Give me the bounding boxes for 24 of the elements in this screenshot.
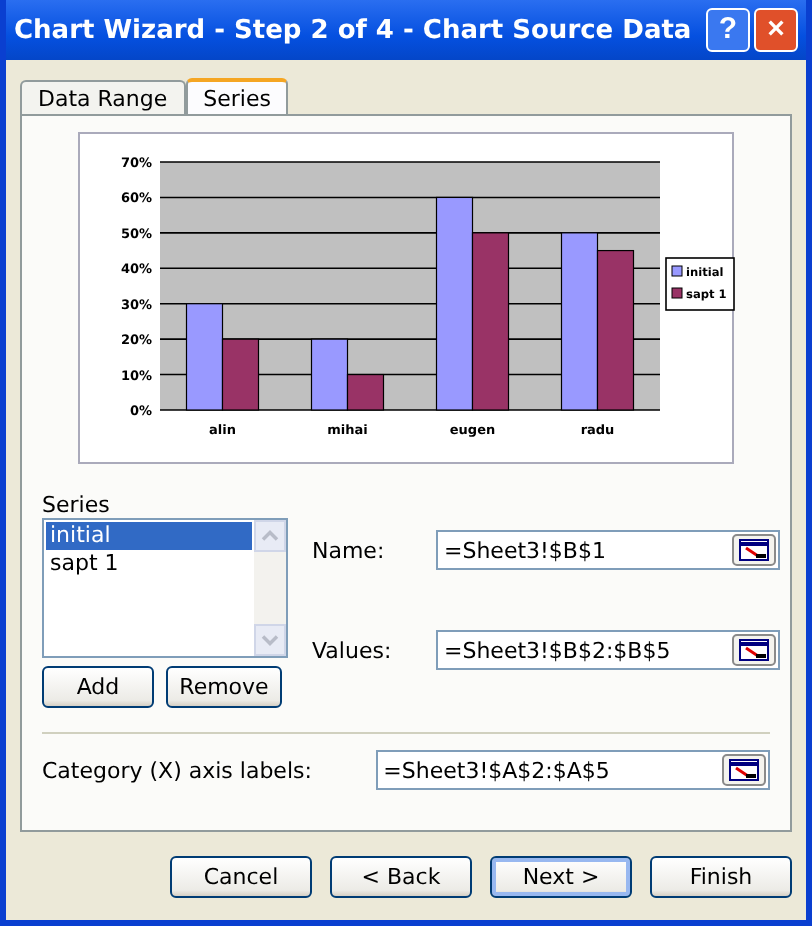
field-label: Category (X) axis labels:	[42, 757, 314, 783]
series-label: Series	[42, 492, 110, 518]
input-field[interactable]: =Sheet3!$A$2:$A$5	[375, 750, 770, 790]
window-title: Chart Wizard - Step 2 of 4 - Chart Source Data	[14, 15, 694, 45]
field-label: Values:	[312, 637, 394, 663]
dialog-button[interactable]: Next >	[490, 856, 632, 898]
tab[interactable]: Data Range	[20, 80, 186, 114]
dialog-button[interactable]: Finish	[650, 856, 792, 898]
dialog-button[interactable]: < Back	[330, 856, 472, 898]
collapse-dialog-icon[interactable]	[722, 754, 766, 786]
collapse-dialog-icon[interactable]	[732, 534, 776, 566]
series-list[interactable]: initial sapt 1	[42, 518, 288, 658]
series-button[interactable]: Remove	[166, 666, 282, 708]
series-list-item[interactable]: initial	[46, 522, 252, 550]
close-button[interactable]: ×	[754, 8, 798, 52]
tab[interactable]: Series	[185, 78, 289, 116]
input-field[interactable]: =Sheet3!$B$1	[436, 530, 780, 570]
series-list-item[interactable]: sapt 1	[46, 550, 252, 578]
series-button[interactable]: Add	[42, 666, 154, 708]
input-field[interactable]: =Sheet3!$B$2:$B$5	[436, 630, 780, 670]
dialog-button[interactable]: Cancel	[170, 856, 312, 898]
collapse-dialog-icon[interactable]	[732, 634, 776, 666]
field-label: Name:	[312, 537, 387, 563]
help-button[interactable]: ?	[706, 8, 750, 52]
